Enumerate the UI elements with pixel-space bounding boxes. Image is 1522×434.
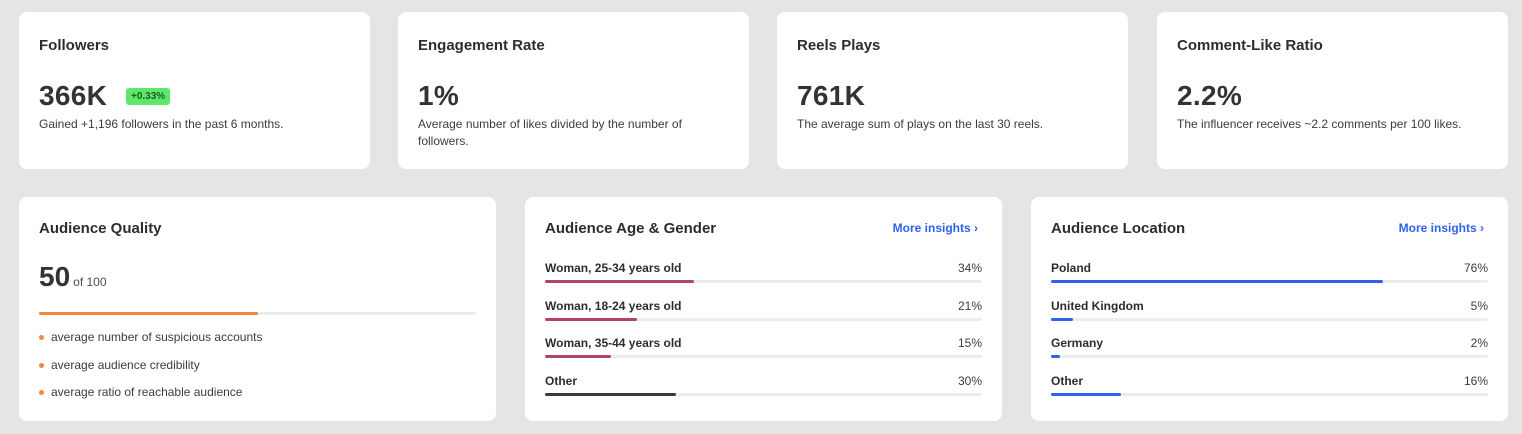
- row-label: Other: [545, 373, 578, 388]
- card-description: The influencer receives ~2.2 comments pe…: [1177, 117, 1462, 131]
- progress-track: [545, 317, 982, 321]
- row-percent: 5%: [1470, 298, 1488, 313]
- row-percent: 76%: [1463, 261, 1488, 275]
- progress-track: [545, 392, 982, 396]
- row-percent: 21%: [957, 298, 982, 313]
- bullet-dot-icon: [39, 390, 44, 395]
- progress-track: [1051, 280, 1488, 283]
- row-label: United Kingdom: [1051, 298, 1144, 313]
- progress-fill: [1051, 355, 1060, 358]
- row-label: Woman, 18-24 years old: [545, 298, 682, 313]
- list-item: Other 16%: [1051, 374, 1488, 402]
- quality-progress-fill: [39, 312, 258, 315]
- more-insights-link[interactable]: More insights ›: [893, 221, 978, 235]
- row-percent: 34%: [957, 261, 982, 275]
- card-title: Followers: [39, 37, 110, 54]
- progress-track: [1051, 392, 1488, 396]
- progress-fill: [545, 392, 677, 396]
- progress-track: [545, 355, 982, 358]
- list-item: Germany 2%: [1051, 336, 1488, 364]
- section-title: Audience Quality: [39, 220, 162, 237]
- progress-fill: [545, 317, 637, 321]
- quality-bullet-list: average number of suspicious accounts av…: [39, 330, 262, 413]
- audience-location-card: Audience Location More insights › Poland…: [1031, 197, 1508, 421]
- progress-fill: [545, 280, 694, 283]
- row-label: Poland: [1051, 261, 1092, 275]
- progress-track: [1051, 355, 1488, 358]
- section-title: Audience Location: [1051, 220, 1186, 237]
- reels-plays-value: 761K: [797, 80, 866, 111]
- list-item: average ratio of reachable audience: [39, 385, 262, 413]
- list-item: Other 30%: [545, 374, 982, 402]
- quality-score-value: 50: [39, 261, 71, 292]
- list-item: Woman, 35-44 years old 15%: [545, 336, 982, 364]
- card-title: Engagement Rate: [418, 37, 545, 54]
- progress-fill: [545, 355, 611, 358]
- card-description: The average sum of plays on the last 30 …: [797, 117, 1044, 131]
- progress-track: [545, 280, 982, 283]
- growth-badge: +0.33%: [126, 88, 171, 105]
- list-item: Woman, 18-24 years old 21%: [545, 299, 982, 327]
- engagement-rate-card: Engagement Rate 1% Average number of lik…: [398, 12, 749, 169]
- comment-like-ratio-value: 2.2%: [1177, 80, 1243, 111]
- list-item: Woman, 25-34 years old 34%: [545, 261, 982, 289]
- progress-track: [1051, 317, 1488, 321]
- progress-fill: [1051, 280, 1384, 283]
- engagement-rate-value: 1%: [418, 80, 460, 111]
- quality-progress-track: [39, 312, 476, 315]
- row-percent: 30%: [957, 373, 982, 388]
- followers-value: 366K: [39, 80, 108, 111]
- card-title: Comment-Like Ratio: [1177, 37, 1323, 54]
- audience-quality-card: Audience Quality 50 of 100 average number…: [19, 197, 496, 421]
- list-item: average number of suspicious accounts: [39, 330, 262, 358]
- row-percent: 16%: [1463, 373, 1488, 388]
- card-description: Gained +1,196 followers in the past 6 mo…: [39, 117, 284, 131]
- audience-age-gender-card: Audience Age & Gender More insights › Wo…: [525, 197, 1002, 421]
- row-label: Woman, 35-44 years old: [545, 336, 682, 350]
- card-description: Average number of likes divided by the n…: [418, 117, 682, 148]
- progress-fill: [1051, 317, 1073, 321]
- section-title: Audience Age & Gender: [545, 220, 717, 237]
- row-label: Other: [1051, 373, 1084, 388]
- reels-plays-card: Reels Plays 761K The average sum of play…: [777, 12, 1128, 169]
- list-item: United Kingdom 5%: [1051, 299, 1488, 327]
- followers-card: Followers 366K +0.33% Gained +1,196 foll…: [19, 12, 370, 169]
- list-item: average audience credibility: [39, 358, 262, 386]
- bullet-dot-icon: [39, 335, 44, 340]
- comment-like-ratio-card: Comment-Like Ratio 2.2% The influencer r…: [1157, 12, 1508, 169]
- row-label: Germany: [1051, 336, 1104, 350]
- list-item: Poland 76%: [1051, 261, 1488, 289]
- quality-score-max: of 100: [73, 275, 107, 289]
- quality-score: 50 of 100: [39, 261, 107, 293]
- bullet-dot-icon: [39, 362, 44, 368]
- progress-fill: [1051, 392, 1121, 396]
- card-title: Reels Plays: [797, 37, 881, 54]
- row-label: Woman, 25-34 years old: [545, 261, 682, 275]
- more-insights-link[interactable]: More insights ›: [1399, 221, 1484, 235]
- row-percent: 15%: [957, 336, 982, 350]
- row-percent: 2%: [1470, 336, 1488, 350]
